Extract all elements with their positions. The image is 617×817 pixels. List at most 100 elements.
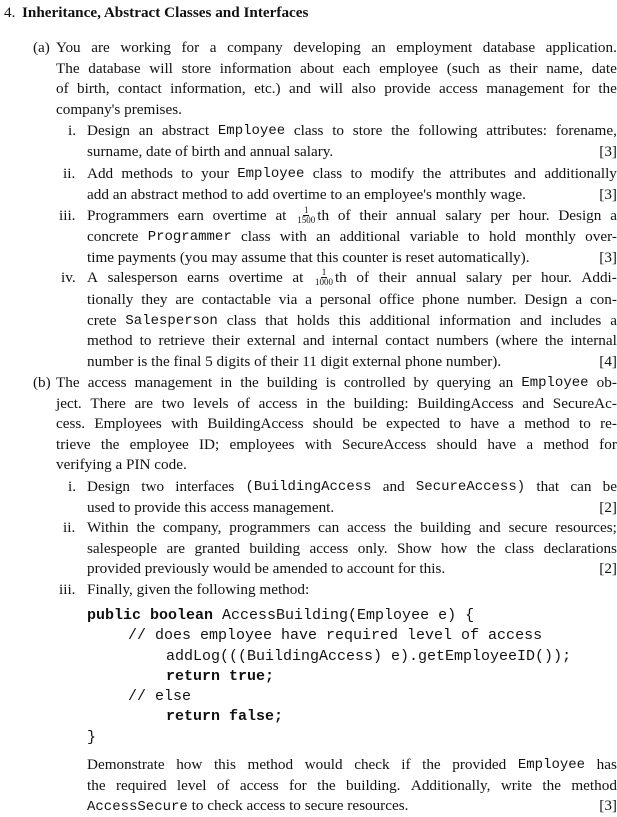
word: can <box>570 478 592 495</box>
word: two <box>141 478 165 495</box>
word: following <box>418 122 478 139</box>
a-ii-label: ii. <box>63 165 76 182</box>
word: Demonstrate <box>87 756 165 773</box>
word: information, <box>170 80 246 98</box>
text-line: number is the final 5 digits of their 11… <box>87 352 617 372</box>
word: contact <box>385 332 430 350</box>
word: to <box>181 165 193 182</box>
word: have <box>470 415 499 433</box>
word: an <box>371 39 386 56</box>
word: method <box>247 756 294 773</box>
text-line: of birth, contact information, etc.) and will a… <box>56 79 617 99</box>
word: can <box>318 519 340 536</box>
part-b-label: (b) <box>33 374 51 391</box>
word: forename, <box>555 122 617 139</box>
word: in <box>220 374 233 391</box>
text-line: used to provide this access management. [… <box>87 498 617 518</box>
word: abstract <box>161 122 210 139</box>
word: the <box>391 122 410 139</box>
word: two <box>161 394 185 412</box>
word: and <box>478 519 501 536</box>
a-iii-label: iii. <box>59 207 76 224</box>
word: as <box>488 59 502 77</box>
word: building. <box>346 776 401 794</box>
text-line: ject. There are two levels of access in the build… <box>56 394 617 414</box>
word: store <box>181 59 212 77</box>
word: contactable <box>201 291 271 308</box>
word: method <box>543 435 589 453</box>
text-line: You are working for a company developing an empl… <box>56 38 617 58</box>
word: also <box>351 80 376 98</box>
word: internal <box>570 332 617 350</box>
word: if <box>401 756 411 773</box>
word: phone <box>422 291 460 308</box>
word: working <box>120 39 171 56</box>
word: ob- <box>596 374 617 391</box>
word: access <box>439 80 478 98</box>
text-line-with-fraction: Programmers earn overtime at 1 1500th of their a… <box>87 206 617 226</box>
word: A <box>87 269 98 286</box>
word: this <box>338 311 361 329</box>
word: their <box>359 207 388 224</box>
word: for <box>599 435 617 453</box>
word: Programmers <box>87 207 169 224</box>
text-line: Design an abstract Employee class to store the f… <box>87 121 617 141</box>
word: have <box>487 435 517 453</box>
word: the <box>326 394 346 412</box>
word: BuildingAccess <box>417 394 514 412</box>
word: the <box>317 776 336 794</box>
word: the <box>544 332 564 350</box>
text-line: crete Salesperson class that holds this additi… <box>87 311 617 331</box>
text-line: Within the company, programmers can access the… <box>87 518 617 538</box>
word: numbers <box>436 332 489 350</box>
word: and <box>382 478 405 495</box>
text-line: concrete Programmer class with an additional v… <box>87 227 617 247</box>
word: store <box>352 122 383 139</box>
word: building: <box>353 394 409 412</box>
word: access <box>347 519 386 536</box>
word: and <box>289 80 311 98</box>
b-iii-label: iii. <box>59 581 76 598</box>
marks-label: [2] <box>599 560 617 578</box>
code-keywords: public boolean <box>87 607 214 624</box>
text-line: provided previously would be amended to … <box>87 559 617 579</box>
code-line-5: // else <box>128 688 192 705</box>
word: employees <box>229 435 295 453</box>
word: includes <box>550 311 602 329</box>
word: database <box>482 39 536 56</box>
word: they <box>141 291 168 308</box>
word: that <box>536 478 560 495</box>
word: building <box>249 539 301 557</box>
word: holds <box>296 311 330 329</box>
code-line-2: // does employee have required level of … <box>128 627 543 644</box>
word: to <box>579 415 591 433</box>
text-line: add an abstract method to add overtime t… <box>87 185 617 205</box>
word: overtime <box>212 207 267 224</box>
word: and <box>522 394 545 412</box>
word: Add <box>87 165 114 182</box>
word: re- <box>600 415 617 433</box>
word: write <box>500 776 533 794</box>
word: monthly <box>525 228 576 245</box>
word: The <box>56 374 80 391</box>
word: number. <box>467 291 517 308</box>
text-line: Demonstrate how this method would check if the p… <box>87 755 617 775</box>
word: a <box>305 291 312 308</box>
word: declarations <box>543 539 617 557</box>
word: a <box>610 207 617 224</box>
last-line-text: company's premises. <box>56 100 182 118</box>
word: earn <box>177 207 204 224</box>
word: access <box>87 374 127 391</box>
word: salesperson <box>107 269 178 286</box>
word: information <box>219 59 292 77</box>
word: Design <box>524 291 568 308</box>
word: levels <box>193 394 229 412</box>
word: your <box>201 165 229 182</box>
word: variable <box>409 228 459 245</box>
word: for <box>289 776 307 794</box>
last-line-text: number is the final 5 digits of their 11… <box>87 352 502 370</box>
word: method <box>87 332 133 350</box>
word: company, <box>162 519 222 536</box>
word: Design <box>87 478 131 495</box>
word: class <box>312 165 343 182</box>
